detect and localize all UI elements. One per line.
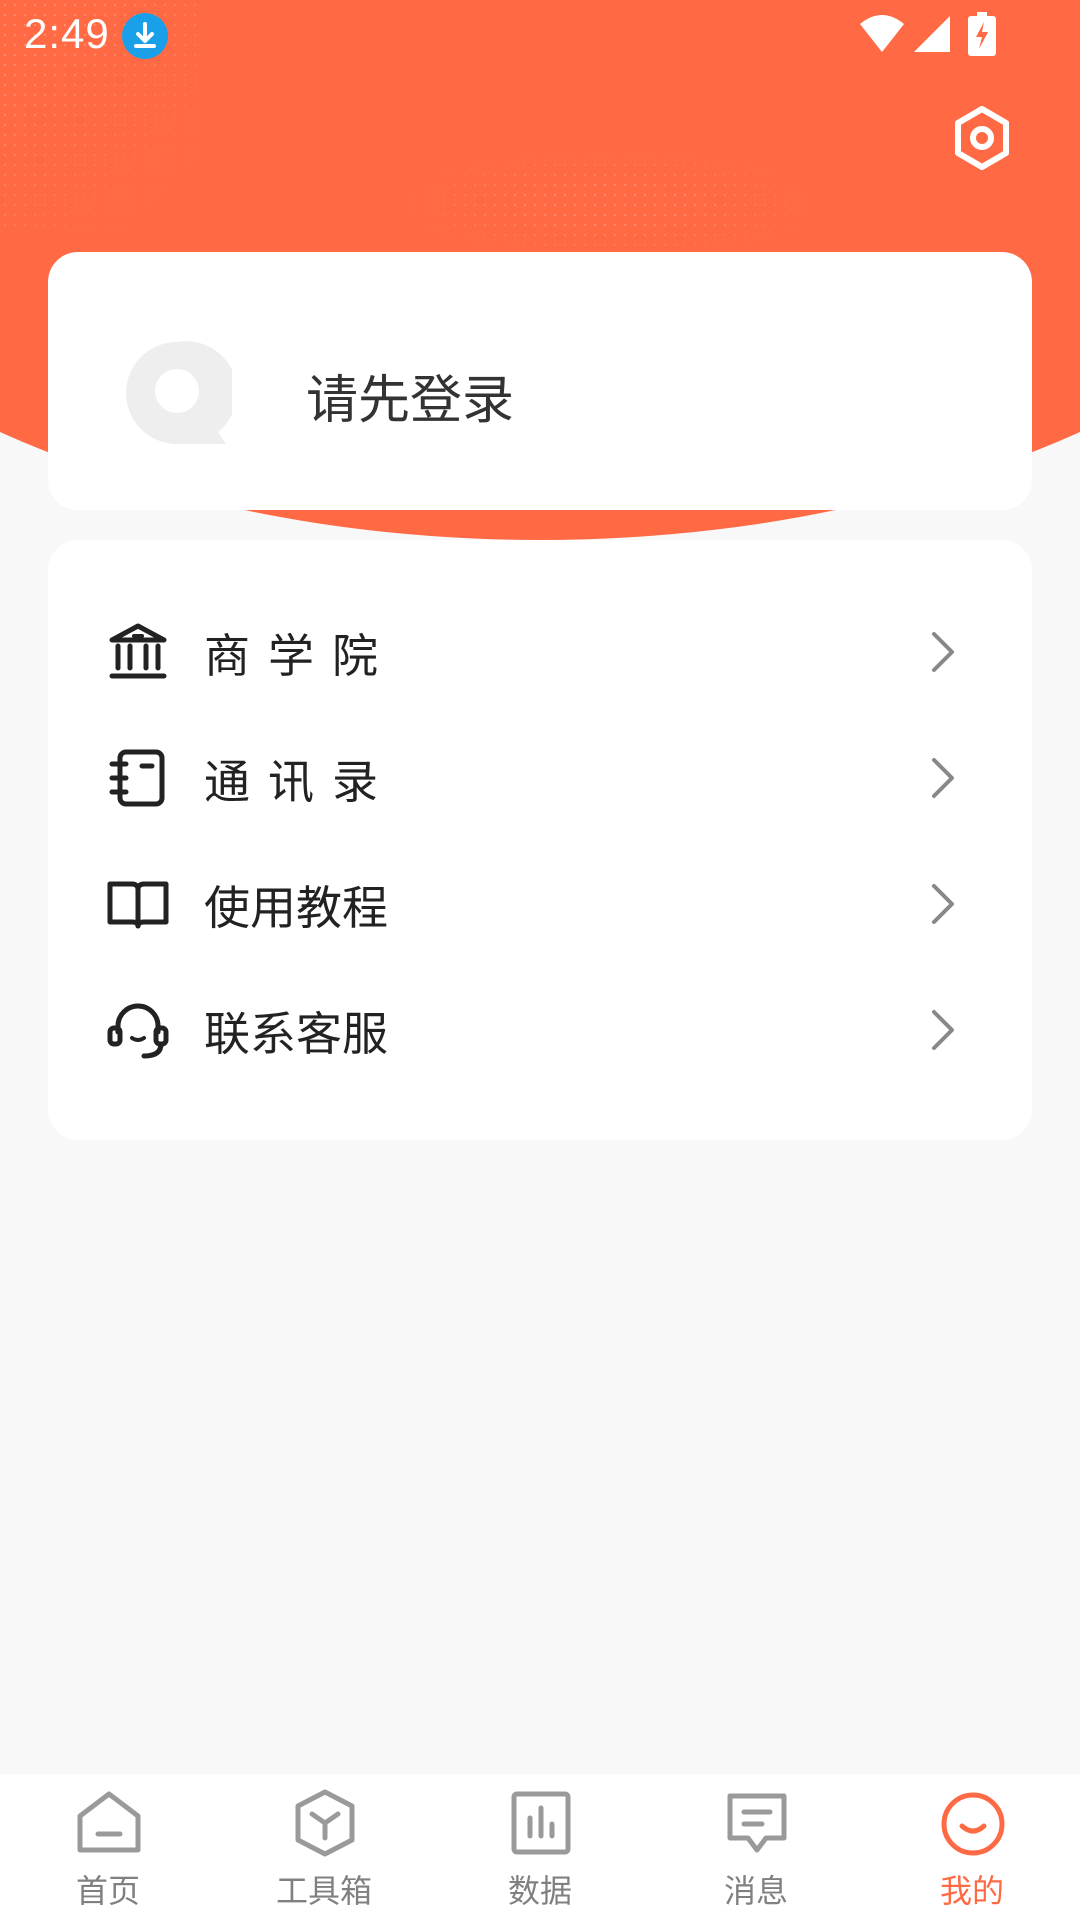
menu-item-label: 商学院	[204, 629, 396, 683]
signal-icon	[914, 16, 950, 52]
download-icon	[122, 13, 168, 59]
menu-item-label: 通讯录	[204, 755, 396, 809]
avatar-placeholder-icon	[126, 341, 232, 444]
status-time: 2:49	[24, 10, 110, 57]
battery-icon	[968, 12, 996, 56]
tab-profile[interactable]: 我的	[864, 1774, 1080, 1920]
menu-item-label: 联系客服	[204, 1007, 388, 1061]
login-card[interactable]: 请先登录	[48, 252, 1032, 510]
wifi-icon	[860, 15, 904, 52]
tab-label: 消息	[723, 1872, 788, 1910]
tab-toolbox[interactable]: 工具箱	[216, 1774, 432, 1920]
chevron-right-icon	[932, 884, 954, 924]
chart-icon	[511, 1791, 571, 1855]
headset-icon	[107, 1003, 169, 1059]
tab-label: 工具箱	[275, 1872, 372, 1910]
bottom-tab-bar: 首页 工具箱 数据 消息 我的	[0, 1774, 1080, 1920]
profile-icon	[941, 1792, 1005, 1856]
chevron-right-icon	[932, 632, 954, 672]
bank-icon	[109, 623, 167, 679]
menu-list: 商学院 通讯录 使用教程 联系客服	[48, 540, 1032, 1140]
tab-messages[interactable]: 消息	[648, 1774, 864, 1920]
contact-book-icon	[109, 749, 165, 807]
toolbox-icon	[295, 1789, 355, 1857]
menu-item-business-school[interactable]: 商学院	[48, 590, 1032, 710]
menu-item-label: 使用教程	[204, 881, 388, 935]
home-icon	[77, 1791, 141, 1853]
menu-item-tutorial[interactable]: 使用教程	[48, 842, 1032, 962]
settings-icon[interactable]	[950, 104, 1014, 172]
status-bar: 2:49	[0, 0, 1080, 72]
menu-item-customer-service[interactable]: 联系客服	[48, 968, 1032, 1088]
chevron-right-icon	[932, 1010, 954, 1050]
menu-item-contacts[interactable]: 通讯录	[48, 716, 1032, 836]
tab-label: 数据	[507, 1872, 572, 1910]
dot-pattern	[410, 150, 810, 260]
tab-home[interactable]: 首页	[0, 1774, 216, 1920]
book-icon	[107, 881, 169, 929]
tab-label: 我的	[939, 1872, 1004, 1910]
tab-data[interactable]: 数据	[432, 1774, 648, 1920]
message-icon	[727, 1793, 787, 1853]
login-prompt[interactable]: 请先登录	[306, 358, 514, 433]
tab-label: 首页	[75, 1872, 140, 1910]
chevron-right-icon	[932, 758, 954, 798]
